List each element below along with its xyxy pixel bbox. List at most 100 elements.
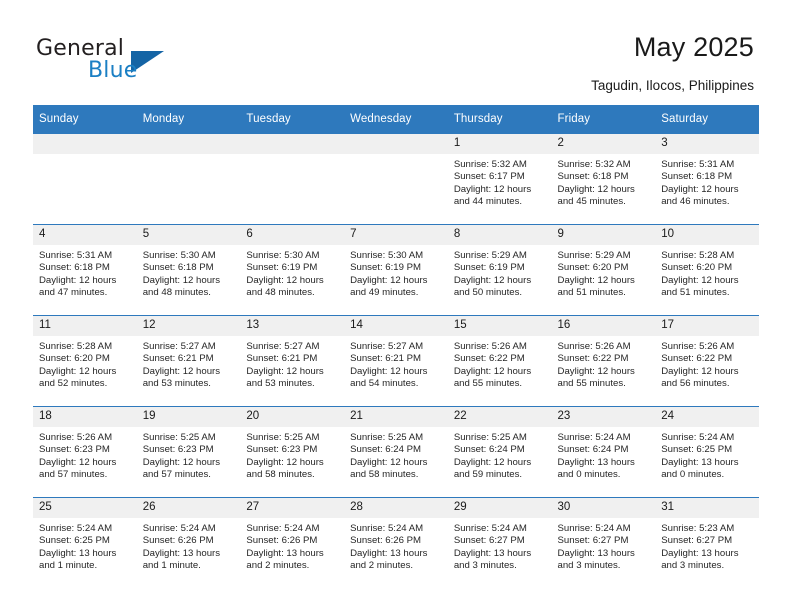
day-cell[interactable]: 24 Sunrise: 5:24 AM Sunset: 6:25 PM Dayligh… [655,406,759,498]
day-cell[interactable]: 25 Sunrise: 5:24 AM Sunset: 6:25 PM Dayligh… [33,497,137,588]
day-cell[interactable]: 4 Sunrise: 5:31 AM Sunset: 6:18 PM Daylight… [33,224,137,316]
day-cell[interactable]: 21 Sunrise: 5:25 AM Sunset: 6:24 PM Dayligh… [344,406,448,498]
calendar-table: Sunday Monday Tuesday Wednesday Thursday… [33,105,759,588]
daylight-text-line2: and 53 minutes. [142,378,211,390]
day-info: Sunrise: 5:27 AM Sunset: 6:21 PM Daylight:… [137,336,241,391]
daylight-text-line2: and 46 minutes. [661,196,730,208]
daylight-text-line2: and 51 minutes. [661,287,730,299]
day-cell[interactable]: 6 Sunrise: 5:30 AM Sunset: 6:19 PM Daylight… [240,224,345,316]
sunrise-text: Sunrise: 5:31 AM [39,250,113,261]
day-cell[interactable]: 2 Sunrise: 5:32 AM Sunset: 6:18 PM Daylight… [551,133,656,225]
daylight-text-line1: Daylight: 12 hours [39,456,117,468]
day-info: Sunrise: 5:26 AM Sunset: 6:23 PM Daylight:… [33,427,137,482]
daylight-text-line2: and 45 minutes. [557,196,626,208]
day-cell[interactable]: 15 Sunrise: 5:26 AM Sunset: 6:22 PM Dayligh… [447,315,552,407]
day-number: 21 [344,407,448,427]
day-cell[interactable] [344,133,448,225]
day-number: 3 [655,134,759,154]
daylight-text-line1: Daylight: 12 hours [142,456,221,468]
daylight-text-line1: Daylight: 13 hours [350,547,428,559]
sunset-text: Sunset: 6:22 PM [661,353,733,365]
day-info: Sunrise: 5:28 AM Sunset: 6:20 PM Daylight:… [655,245,759,300]
day-info: Sunrise: 5:24 AM Sunset: 6:26 PM Daylight:… [344,518,448,573]
day-cell[interactable]: 18 Sunrise: 5:26 AM Sunset: 6:23 PM Dayligh… [33,406,137,498]
sunrise-text: Sunrise: 5:26 AM [453,341,527,352]
general-blue-logo: General Blue [36,36,216,92]
day-cell[interactable]: 19 Sunrise: 5:25 AM Sunset: 6:23 PM Dayligh… [136,406,241,498]
day-cell[interactable]: 13 Sunrise: 5:27 AM Sunset: 6:21 PM Dayligh… [240,315,345,407]
day-cell[interactable]: 9 Sunrise: 5:29 AM Sunset: 6:20 PM Daylight… [551,224,656,316]
day-cell[interactable]: 14 Sunrise: 5:27 AM Sunset: 6:21 PM Dayligh… [344,315,448,407]
daylight-text-line1: Daylight: 12 hours [39,365,117,377]
daylight-text-line2: and 58 minutes. [350,469,419,481]
day-cell[interactable]: 3 Sunrise: 5:31 AM Sunset: 6:18 PM Daylight… [655,133,759,225]
day-info [33,154,137,159]
sunrise-text: Sunrise: 5:30 AM [246,250,320,261]
day-cell[interactable] [33,133,137,225]
calendar-body: 1 Sunrise: 5:32 AM Sunset: 6:17 PM Daylight… [33,133,759,588]
day-cell[interactable]: 11 Sunrise: 5:28 AM Sunset: 6:20 PM Dayligh… [33,315,137,407]
daylight-text-line2: and 48 minutes. [246,287,315,299]
day-number [33,134,137,154]
sunrise-text: Sunrise: 5:25 AM [246,432,320,443]
sunrise-text: Sunrise: 5:24 AM [142,523,216,534]
day-cell[interactable]: 20 Sunrise: 5:25 AM Sunset: 6:23 PM Dayligh… [240,406,345,498]
sunrise-text: Sunrise: 5:24 AM [453,523,527,534]
daylight-text-line1: Daylight: 12 hours [39,274,117,286]
day-cell[interactable]: 1 Sunrise: 5:32 AM Sunset: 6:17 PM Daylight… [447,133,552,225]
day-cell[interactable]: 27 Sunrise: 5:24 AM Sunset: 6:26 PM Dayligh… [240,497,345,588]
sunrise-text: Sunrise: 5:26 AM [39,432,113,443]
day-number: 15 [447,316,552,336]
day-info [240,154,344,159]
daylight-text-line1: Daylight: 12 hours [350,456,428,468]
page-title: May 2025 [633,32,754,62]
daylight-text-line2: and 54 minutes. [350,378,419,390]
day-cell[interactable]: 29 Sunrise: 5:24 AM Sunset: 6:27 PM Dayligh… [447,497,552,588]
day-cell[interactable]: 7 Sunrise: 5:30 AM Sunset: 6:19 PM Daylight… [344,224,448,316]
day-info: Sunrise: 5:30 AM Sunset: 6:19 PM Daylight:… [344,245,448,300]
day-info: Sunrise: 5:25 AM Sunset: 6:23 PM Daylight:… [137,427,241,482]
day-cell[interactable]: 8 Sunrise: 5:29 AM Sunset: 6:19 PM Daylight… [447,224,552,316]
sunset-text: Sunset: 6:21 PM [142,353,214,365]
sunrise-text: Sunrise: 5:24 AM [246,523,320,534]
day-cell[interactable] [136,133,241,225]
day-info: Sunrise: 5:24 AM Sunset: 6:25 PM Daylight:… [33,518,137,573]
daylight-text-line2: and 52 minutes. [39,378,108,390]
sunrise-text: Sunrise: 5:31 AM [661,159,735,170]
daylight-text-line1: Daylight: 12 hours [246,456,324,468]
weekday-header-monday: Monday [136,105,241,134]
daylight-text-line1: Daylight: 12 hours [350,274,428,286]
daylight-text-line1: Daylight: 13 hours [39,547,117,559]
sunset-text: Sunset: 6:25 PM [39,535,110,547]
day-number: 11 [33,316,137,336]
daylight-text-line2: and 44 minutes. [453,196,523,208]
sunset-text: Sunset: 6:27 PM [661,535,733,547]
day-cell[interactable]: 26 Sunrise: 5:24 AM Sunset: 6:26 PM Dayligh… [136,497,241,588]
sunset-text: Sunset: 6:27 PM [557,535,629,547]
day-cell[interactable]: 12 Sunrise: 5:27 AM Sunset: 6:21 PM Dayligh… [136,315,241,407]
day-cell[interactable]: 17 Sunrise: 5:26 AM Sunset: 6:22 PM Dayligh… [655,315,759,407]
day-cell[interactable]: 30 Sunrise: 5:24 AM Sunset: 6:27 PM Dayligh… [551,497,656,588]
daylight-text-line2: and 53 minutes. [246,378,315,390]
day-cell[interactable]: 5 Sunrise: 5:30 AM Sunset: 6:18 PM Daylight… [136,224,241,316]
day-cell[interactable]: 31 Sunrise: 5:23 AM Sunset: 6:27 PM Dayligh… [655,497,759,588]
daylight-text-line1: Daylight: 12 hours [350,365,428,377]
sunset-text: Sunset: 6:17 PM [453,171,525,183]
day-info: Sunrise: 5:27 AM Sunset: 6:21 PM Daylight:… [240,336,344,391]
day-cell[interactable]: 28 Sunrise: 5:24 AM Sunset: 6:26 PM Dayligh… [344,497,448,588]
sunset-text: Sunset: 6:20 PM [661,262,733,274]
day-info: Sunrise: 5:29 AM Sunset: 6:19 PM Daylight:… [448,245,552,300]
daylight-text-line1: Daylight: 13 hours [142,547,221,559]
day-cell[interactable]: 16 Sunrise: 5:26 AM Sunset: 6:22 PM Dayligh… [551,315,656,407]
day-info: Sunrise: 5:28 AM Sunset: 6:20 PM Daylight:… [33,336,137,391]
day-cell[interactable]: 10 Sunrise: 5:28 AM Sunset: 6:20 PM Dayligh… [655,224,759,316]
day-number [240,134,345,154]
day-cell[interactable]: 23 Sunrise: 5:24 AM Sunset: 6:24 PM Dayligh… [551,406,656,498]
sunset-text: Sunset: 6:21 PM [350,353,422,365]
daylight-text-line1: Daylight: 12 hours [557,365,635,377]
day-cell[interactable] [240,133,345,225]
daylight-text-line2: and 55 minutes. [557,378,626,390]
day-info: Sunrise: 5:26 AM Sunset: 6:22 PM Daylight:… [448,336,552,391]
day-cell[interactable]: 22 Sunrise: 5:25 AM Sunset: 6:24 PM Dayligh… [447,406,552,498]
daylight-text-line2: and 2 minutes. [350,560,414,572]
